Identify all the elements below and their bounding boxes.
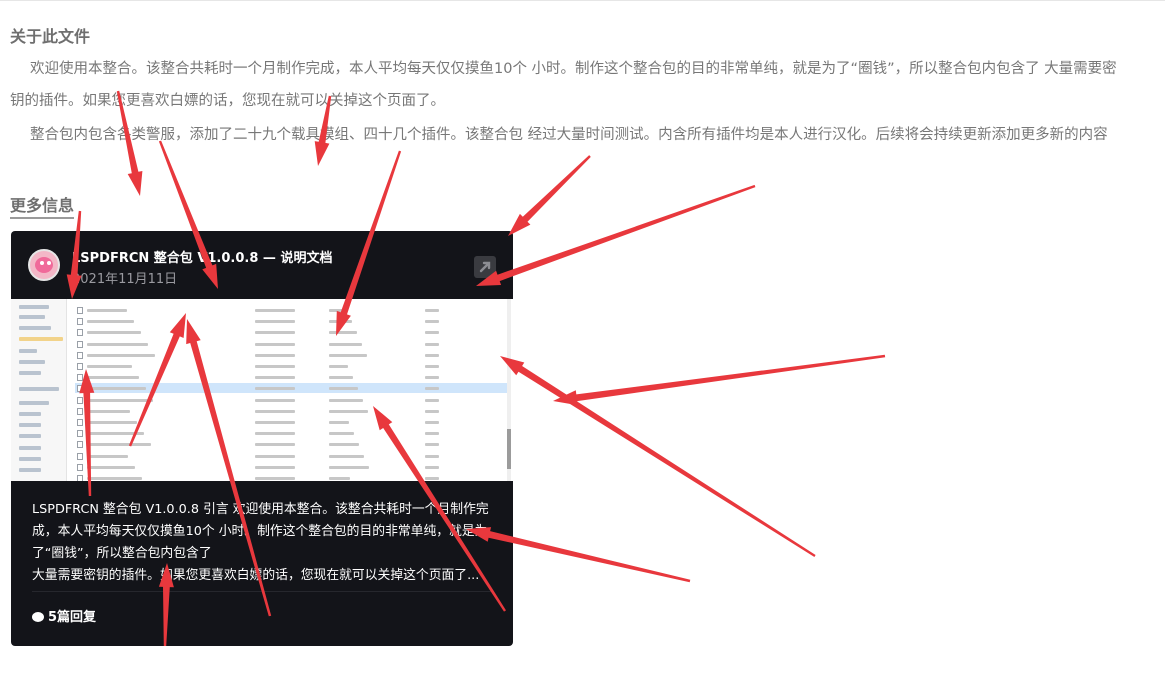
annotation-arrow-7 <box>553 354 886 406</box>
external-link-icon <box>479 261 491 273</box>
annotation-arrow-6 <box>476 184 756 286</box>
author-avatar[interactable] <box>28 249 60 281</box>
replies-count: 5篇回复 <box>48 610 97 625</box>
card-date: 2021年11月11日 <box>72 272 178 287</box>
more-info-heading: 更多信息 <box>10 192 75 219</box>
about-paragraph-2: 整合包内包含各类警服，添加了二十九个载具模组、四十几个插件。该整合包 经过大量时… <box>30 127 1108 143</box>
explorer-scrollbar <box>507 299 511 481</box>
explorer-row <box>75 383 507 394</box>
explorer-row <box>75 372 507 382</box>
about-paragraph-1: 欢迎使用本整合。该整合共耗时一个月制作完成，本人平均每天仅仅摸鱼10个 小时。制… <box>10 61 1117 109</box>
explorer-row <box>75 395 507 405</box>
page: 关于此文件 欢迎使用本整合。该整合共耗时一个月制作完成，本人平均每天仅仅摸鱼10… <box>0 0 1165 689</box>
card-description-line-2: 大量需要密钥的插件。如果您更喜欢白嫖的话，您现在就可以关掉这个页面了... <box>32 568 480 583</box>
card-divider <box>32 591 492 592</box>
card-description-line-1: LSPDFRCN 整合包 V1.0.0.8 引言 欢迎使用本整合。该整合共耗时一… <box>32 502 489 561</box>
card-title[interactable]: LSPDFRCN 整合包 V1.0.0.8 — 说明文档 <box>72 247 332 266</box>
open-external-button[interactable] <box>474 256 496 278</box>
explorer-file-list <box>75 299 507 481</box>
explorer-row <box>75 439 507 449</box>
explorer-row <box>75 406 507 416</box>
card-description: LSPDFRCN 整合包 V1.0.0.8 引言 欢迎使用本整合。该整合共耗时一… <box>32 499 494 587</box>
explorer-row <box>75 473 507 481</box>
explorer-sidebar <box>11 299 67 481</box>
explorer-row <box>75 305 507 315</box>
replies-link[interactable]: 5篇回复 <box>32 606 96 625</box>
explorer-row <box>75 462 507 472</box>
explorer-row <box>75 361 507 371</box>
explorer-row <box>75 316 507 326</box>
annotation-arrow-5 <box>508 155 591 236</box>
explorer-row <box>75 417 507 427</box>
card-header: LSPDFRCN 整合包 V1.0.0.8 — 说明文档 2021年11月11日 <box>11 231 513 299</box>
link-preview-card[interactable]: LSPDFRCN 整合包 V1.0.0.8 — 说明文档 2021年11月11日 <box>11 231 513 646</box>
about-file-heading: 关于此文件 <box>10 27 91 46</box>
annotation-arrow-8 <box>500 356 816 557</box>
chat-bubble-icon <box>32 612 44 622</box>
explorer-row <box>75 339 507 349</box>
file-explorer-screenshot <box>11 299 513 481</box>
explorer-row <box>75 350 507 360</box>
explorer-row <box>75 451 507 461</box>
explorer-row <box>75 327 507 337</box>
explorer-row <box>75 428 507 438</box>
